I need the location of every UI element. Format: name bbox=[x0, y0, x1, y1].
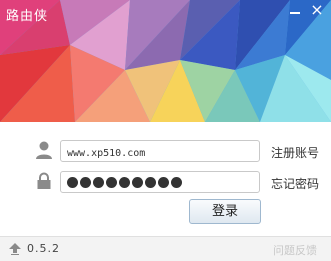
password-dot bbox=[145, 177, 156, 188]
status-bar: 0.5.2 问题反馈 bbox=[0, 236, 331, 261]
password-mask bbox=[67, 177, 182, 188]
forgot-password-link[interactable]: 忘记密码 bbox=[271, 175, 319, 192]
app-window: 路由侠 × 注册账号 忘记密码 登录 0.5.2 问题反馈 bbox=[0, 0, 331, 261]
lock-icon bbox=[37, 172, 51, 189]
password-dot bbox=[80, 177, 91, 188]
version-label: 0.5.2 bbox=[27, 242, 60, 255]
header-banner bbox=[0, 0, 331, 122]
register-link[interactable]: 注册账号 bbox=[271, 144, 319, 161]
upload-arrow-icon bbox=[9, 243, 21, 255]
password-dot bbox=[93, 177, 104, 188]
username-field[interactable] bbox=[60, 140, 260, 164]
password-dot bbox=[119, 177, 130, 188]
close-button[interactable]: × bbox=[308, 1, 326, 19]
password-dot bbox=[158, 177, 169, 188]
password-dot bbox=[106, 177, 117, 188]
password-dot bbox=[132, 177, 143, 188]
window-title: 路由侠 bbox=[6, 9, 49, 24]
minimize-icon bbox=[290, 12, 300, 14]
username-input[interactable] bbox=[61, 143, 259, 164]
password-dot bbox=[67, 177, 78, 188]
login-button[interactable]: 登录 bbox=[189, 199, 261, 224]
password-field[interactable] bbox=[60, 171, 260, 193]
minimize-button[interactable] bbox=[286, 3, 304, 19]
close-icon: × bbox=[310, 0, 324, 19]
polygon-background bbox=[0, 0, 331, 122]
feedback-link[interactable]: 问题反馈 bbox=[273, 242, 317, 258]
password-dot bbox=[171, 177, 182, 188]
user-icon bbox=[36, 141, 52, 159]
